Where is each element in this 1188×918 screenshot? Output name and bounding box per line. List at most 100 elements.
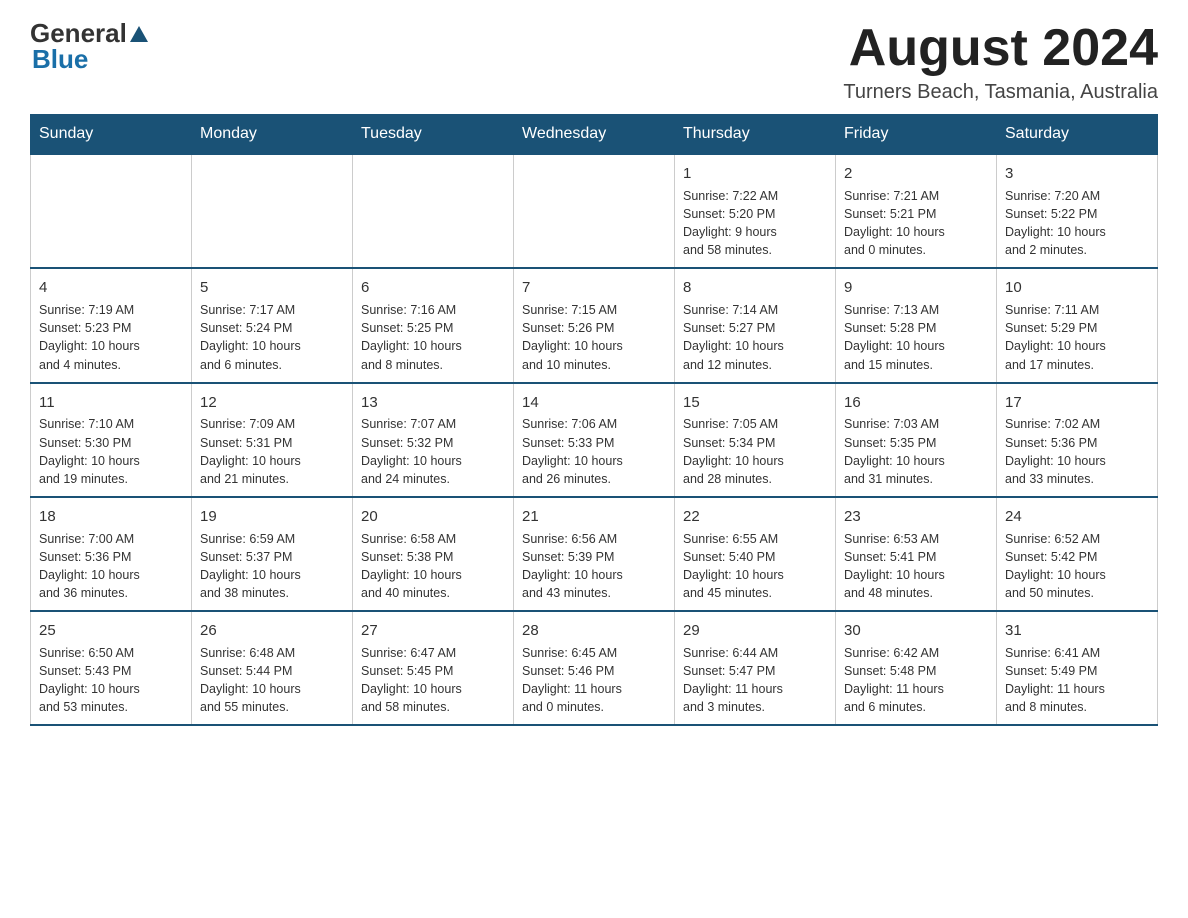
calendar-cell: 4Sunrise: 7:19 AMSunset: 5:23 PMDaylight…	[31, 268, 192, 382]
day-info: Sunrise: 7:22 AMSunset: 5:20 PMDaylight:…	[683, 187, 827, 260]
day-number: 8	[683, 277, 827, 299]
calendar-week-2: 4Sunrise: 7:19 AMSunset: 5:23 PMDaylight…	[31, 268, 1158, 382]
calendar-cell: 18Sunrise: 7:00 AMSunset: 5:36 PMDayligh…	[31, 497, 192, 611]
day-info: Sunrise: 7:19 AMSunset: 5:23 PMDaylight:…	[39, 301, 183, 374]
day-info: Sunrise: 6:58 AMSunset: 5:38 PMDaylight:…	[361, 530, 505, 603]
day-info: Sunrise: 6:53 AMSunset: 5:41 PMDaylight:…	[844, 530, 988, 603]
day-number: 26	[200, 620, 344, 642]
calendar-header-friday: Friday	[836, 115, 997, 155]
calendar-header-saturday: Saturday	[997, 115, 1158, 155]
calendar-cell: 20Sunrise: 6:58 AMSunset: 5:38 PMDayligh…	[353, 497, 514, 611]
calendar-cell: 6Sunrise: 7:16 AMSunset: 5:25 PMDaylight…	[353, 268, 514, 382]
day-info: Sunrise: 6:56 AMSunset: 5:39 PMDaylight:…	[522, 530, 666, 603]
day-info: Sunrise: 7:11 AMSunset: 5:29 PMDaylight:…	[1005, 301, 1149, 374]
day-number: 7	[522, 277, 666, 299]
day-number: 25	[39, 620, 183, 642]
day-info: Sunrise: 6:52 AMSunset: 5:42 PMDaylight:…	[1005, 530, 1149, 603]
day-number: 28	[522, 620, 666, 642]
day-info: Sunrise: 6:42 AMSunset: 5:48 PMDaylight:…	[844, 644, 988, 717]
calendar-header-sunday: Sunday	[31, 115, 192, 155]
calendar-cell	[31, 154, 192, 268]
calendar-cell: 14Sunrise: 7:06 AMSunset: 5:33 PMDayligh…	[514, 383, 675, 497]
calendar-cell: 3Sunrise: 7:20 AMSunset: 5:22 PMDaylight…	[997, 154, 1158, 268]
calendar-cell: 17Sunrise: 7:02 AMSunset: 5:36 PMDayligh…	[997, 383, 1158, 497]
calendar-cell: 15Sunrise: 7:05 AMSunset: 5:34 PMDayligh…	[675, 383, 836, 497]
day-number: 23	[844, 506, 988, 528]
day-number: 20	[361, 506, 505, 528]
day-info: Sunrise: 7:15 AMSunset: 5:26 PMDaylight:…	[522, 301, 666, 374]
day-info: Sunrise: 7:17 AMSunset: 5:24 PMDaylight:…	[200, 301, 344, 374]
calendar-cell: 2Sunrise: 7:21 AMSunset: 5:21 PMDaylight…	[836, 154, 997, 268]
calendar-week-1: 1Sunrise: 7:22 AMSunset: 5:20 PMDaylight…	[31, 154, 1158, 268]
calendar-header-row: SundayMondayTuesdayWednesdayThursdayFrid…	[31, 115, 1158, 155]
calendar-cell	[192, 154, 353, 268]
title-section: August 2024 Turners Beach, Tasmania, Aus…	[843, 20, 1158, 104]
day-info: Sunrise: 6:50 AMSunset: 5:43 PMDaylight:…	[39, 644, 183, 717]
day-number: 16	[844, 392, 988, 414]
calendar-cell: 26Sunrise: 6:48 AMSunset: 5:44 PMDayligh…	[192, 611, 353, 725]
day-info: Sunrise: 7:20 AMSunset: 5:22 PMDaylight:…	[1005, 187, 1149, 260]
day-info: Sunrise: 6:55 AMSunset: 5:40 PMDaylight:…	[683, 530, 827, 603]
logo-triangle-icon	[130, 21, 148, 47]
calendar-cell	[514, 154, 675, 268]
day-number: 3	[1005, 163, 1149, 185]
calendar-cell: 21Sunrise: 6:56 AMSunset: 5:39 PMDayligh…	[514, 497, 675, 611]
calendar-cell: 8Sunrise: 7:14 AMSunset: 5:27 PMDaylight…	[675, 268, 836, 382]
month-title: August 2024	[843, 20, 1158, 77]
day-number: 21	[522, 506, 666, 528]
calendar-header-wednesday: Wednesday	[514, 115, 675, 155]
day-number: 19	[200, 506, 344, 528]
calendar-cell: 30Sunrise: 6:42 AMSunset: 5:48 PMDayligh…	[836, 611, 997, 725]
day-number: 9	[844, 277, 988, 299]
calendar-table: SundayMondayTuesdayWednesdayThursdayFrid…	[30, 114, 1158, 726]
logo-general-text: General	[30, 20, 127, 46]
calendar-cell: 19Sunrise: 6:59 AMSunset: 5:37 PMDayligh…	[192, 497, 353, 611]
calendar-cell: 27Sunrise: 6:47 AMSunset: 5:45 PMDayligh…	[353, 611, 514, 725]
day-info: Sunrise: 6:45 AMSunset: 5:46 PMDaylight:…	[522, 644, 666, 717]
day-number: 12	[200, 392, 344, 414]
page-header: General Blue August 2024 Turners Beach, …	[30, 20, 1158, 104]
calendar-cell: 22Sunrise: 6:55 AMSunset: 5:40 PMDayligh…	[675, 497, 836, 611]
day-info: Sunrise: 7:03 AMSunset: 5:35 PMDaylight:…	[844, 415, 988, 488]
day-info: Sunrise: 7:10 AMSunset: 5:30 PMDaylight:…	[39, 415, 183, 488]
calendar-cell: 24Sunrise: 6:52 AMSunset: 5:42 PMDayligh…	[997, 497, 1158, 611]
calendar-cell: 11Sunrise: 7:10 AMSunset: 5:30 PMDayligh…	[31, 383, 192, 497]
day-number: 15	[683, 392, 827, 414]
day-number: 13	[361, 392, 505, 414]
day-info: Sunrise: 7:07 AMSunset: 5:32 PMDaylight:…	[361, 415, 505, 488]
day-info: Sunrise: 7:14 AMSunset: 5:27 PMDaylight:…	[683, 301, 827, 374]
day-info: Sunrise: 7:06 AMSunset: 5:33 PMDaylight:…	[522, 415, 666, 488]
day-number: 4	[39, 277, 183, 299]
day-info: Sunrise: 6:47 AMSunset: 5:45 PMDaylight:…	[361, 644, 505, 717]
day-number: 2	[844, 163, 988, 185]
day-number: 11	[39, 392, 183, 414]
calendar-cell: 13Sunrise: 7:07 AMSunset: 5:32 PMDayligh…	[353, 383, 514, 497]
day-number: 14	[522, 392, 666, 414]
calendar-cell: 7Sunrise: 7:15 AMSunset: 5:26 PMDaylight…	[514, 268, 675, 382]
location-title: Turners Beach, Tasmania, Australia	[843, 81, 1158, 104]
day-number: 24	[1005, 506, 1149, 528]
day-info: Sunrise: 7:05 AMSunset: 5:34 PMDaylight:…	[683, 415, 827, 488]
calendar-cell: 5Sunrise: 7:17 AMSunset: 5:24 PMDaylight…	[192, 268, 353, 382]
day-number: 30	[844, 620, 988, 642]
calendar-header-monday: Monday	[192, 115, 353, 155]
day-number: 22	[683, 506, 827, 528]
calendar-cell: 25Sunrise: 6:50 AMSunset: 5:43 PMDayligh…	[31, 611, 192, 725]
day-number: 1	[683, 163, 827, 185]
day-number: 27	[361, 620, 505, 642]
calendar-week-5: 25Sunrise: 6:50 AMSunset: 5:43 PMDayligh…	[31, 611, 1158, 725]
calendar-cell: 28Sunrise: 6:45 AMSunset: 5:46 PMDayligh…	[514, 611, 675, 725]
day-info: Sunrise: 7:00 AMSunset: 5:36 PMDaylight:…	[39, 530, 183, 603]
calendar-week-3: 11Sunrise: 7:10 AMSunset: 5:30 PMDayligh…	[31, 383, 1158, 497]
day-info: Sunrise: 7:21 AMSunset: 5:21 PMDaylight:…	[844, 187, 988, 260]
day-info: Sunrise: 7:02 AMSunset: 5:36 PMDaylight:…	[1005, 415, 1149, 488]
day-info: Sunrise: 6:41 AMSunset: 5:49 PMDaylight:…	[1005, 644, 1149, 717]
day-info: Sunrise: 6:48 AMSunset: 5:44 PMDaylight:…	[200, 644, 344, 717]
calendar-week-4: 18Sunrise: 7:00 AMSunset: 5:36 PMDayligh…	[31, 497, 1158, 611]
calendar-cell: 12Sunrise: 7:09 AMSunset: 5:31 PMDayligh…	[192, 383, 353, 497]
day-info: Sunrise: 7:16 AMSunset: 5:25 PMDaylight:…	[361, 301, 505, 374]
calendar-cell: 16Sunrise: 7:03 AMSunset: 5:35 PMDayligh…	[836, 383, 997, 497]
day-number: 18	[39, 506, 183, 528]
calendar-header-tuesday: Tuesday	[353, 115, 514, 155]
calendar-cell: 1Sunrise: 7:22 AMSunset: 5:20 PMDaylight…	[675, 154, 836, 268]
